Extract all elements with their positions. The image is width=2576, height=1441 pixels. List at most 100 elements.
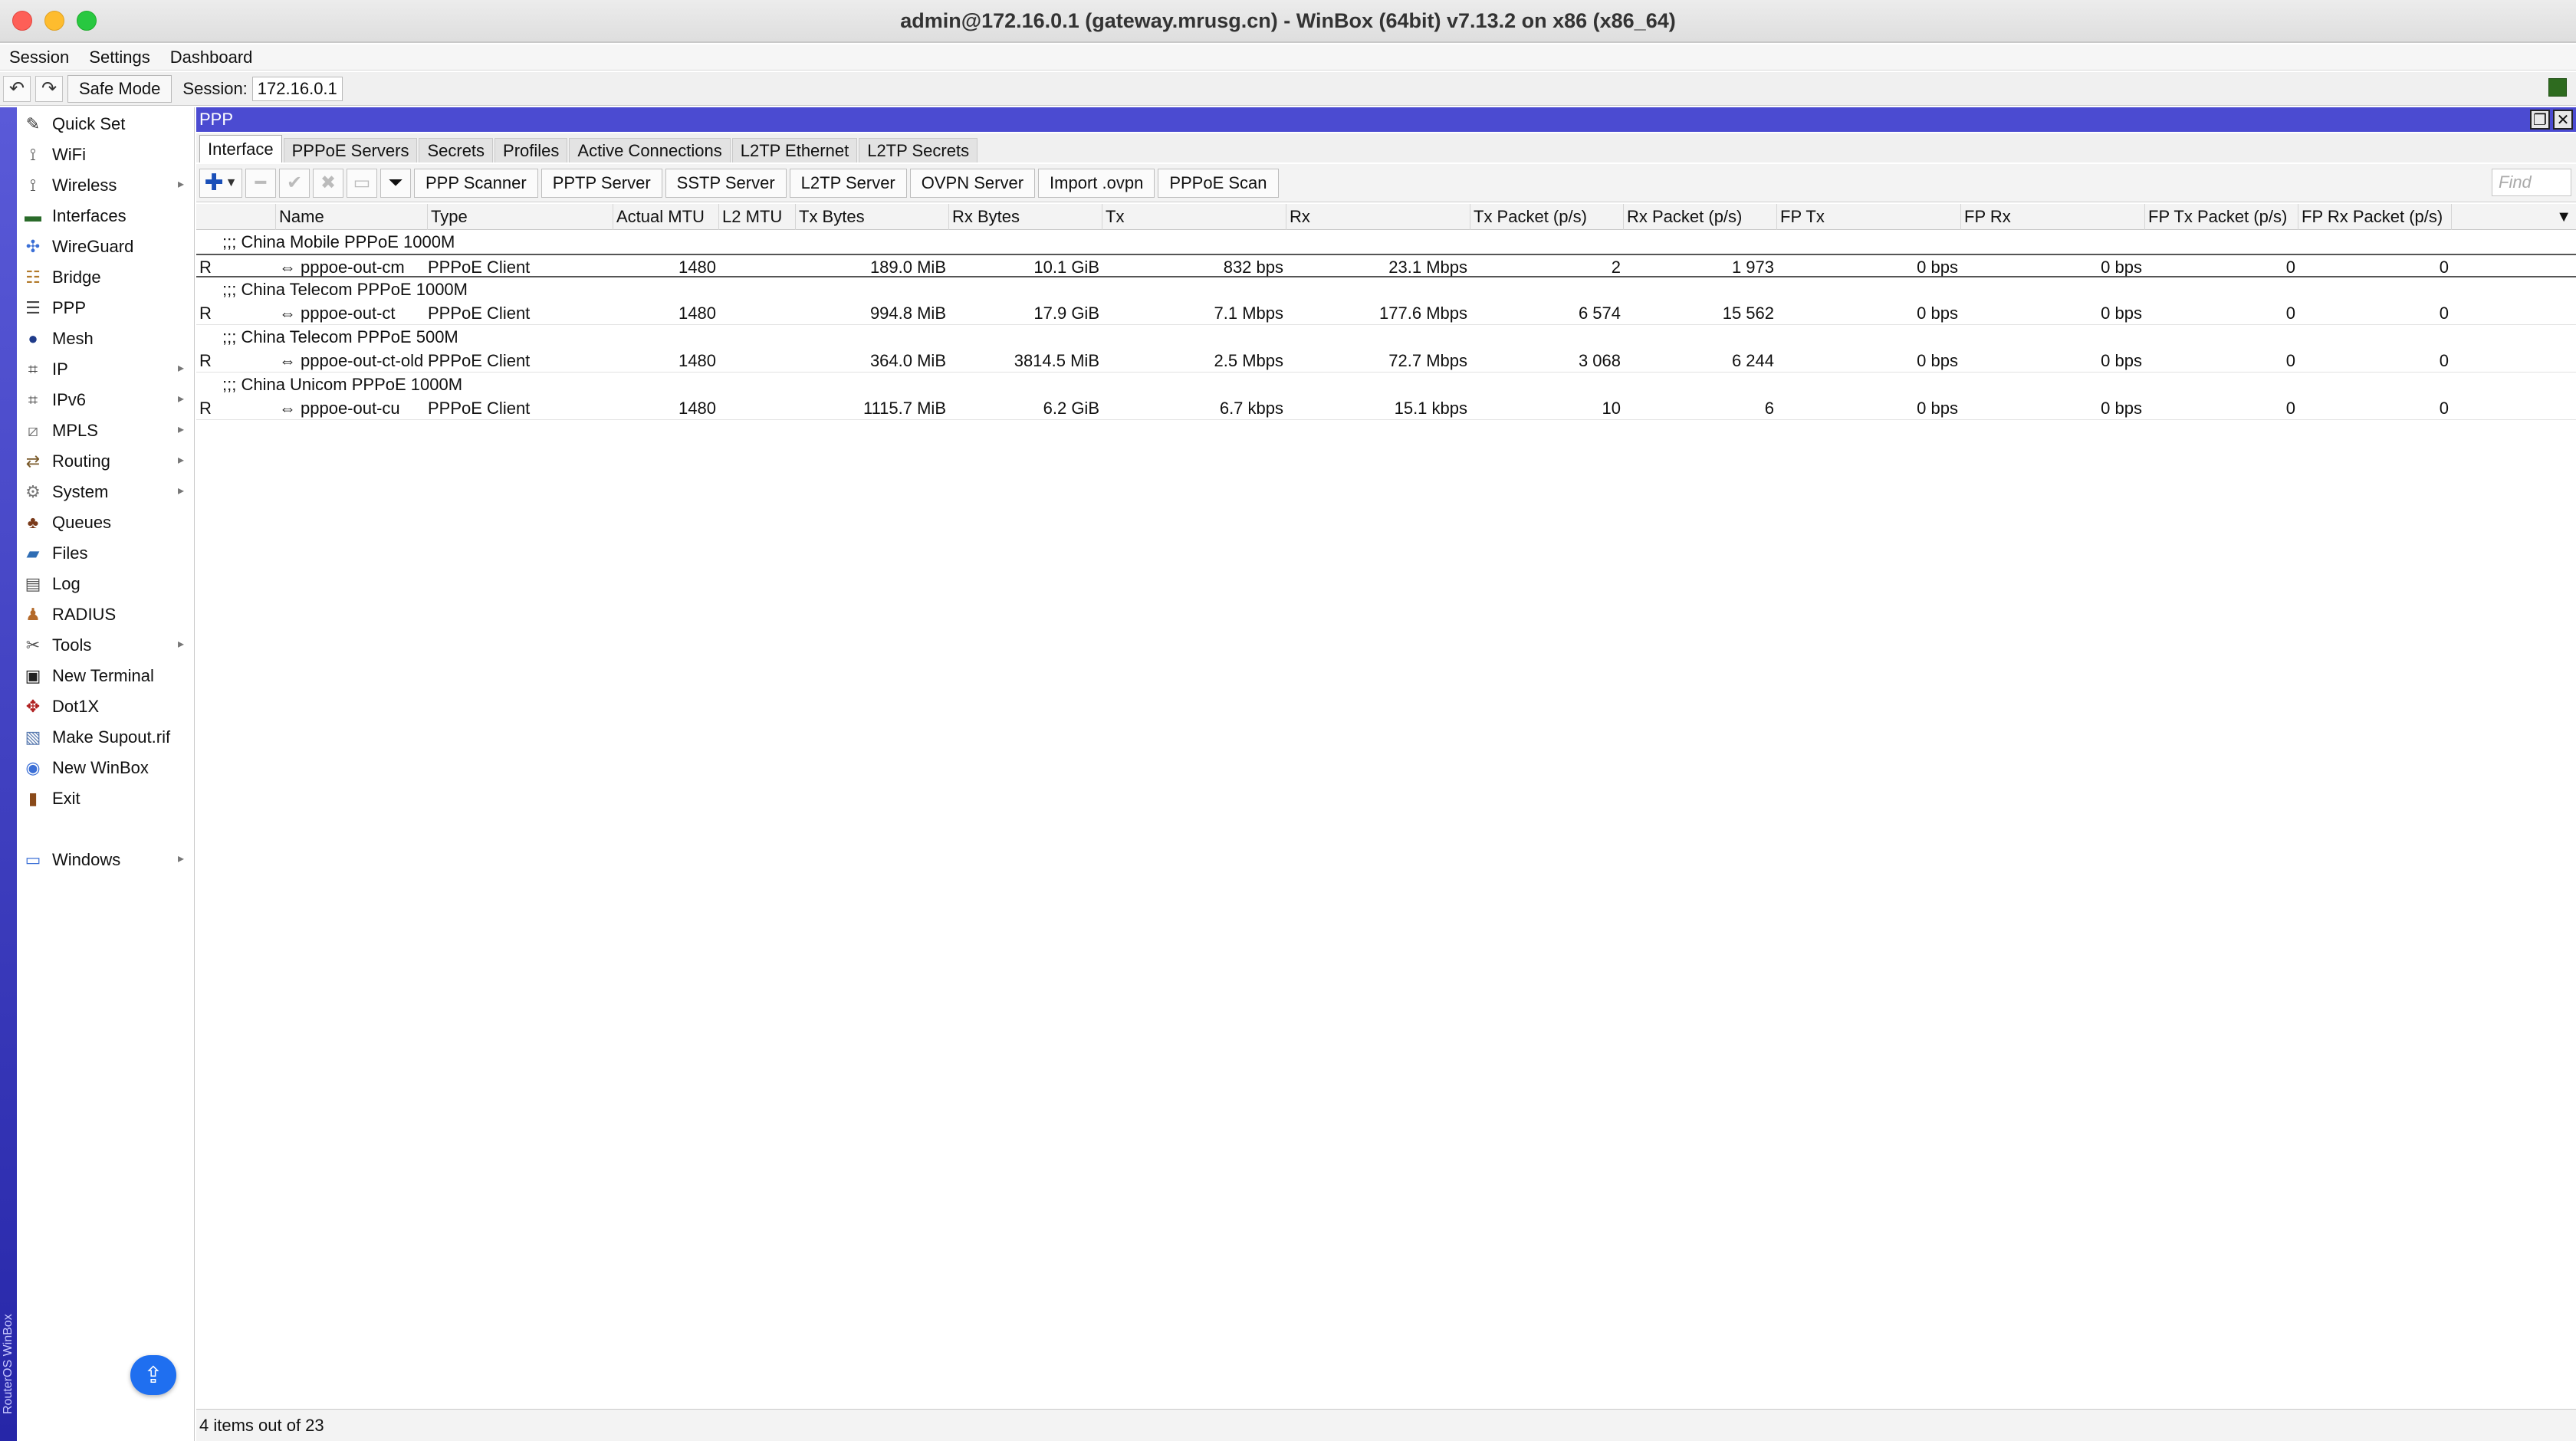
cell-type: PPPoE Client (428, 398, 531, 418)
row-flag: R (199, 303, 212, 323)
sidebar-item-wireless[interactable]: ⟟ Wireless ▸ (17, 170, 195, 201)
sidebar-item-bridge[interactable]: ☷ Bridge (17, 262, 195, 293)
sidebar-item-label: RADIUS (52, 605, 117, 624)
tab-l2tp-ethernet[interactable]: L2TP Ethernet (731, 138, 858, 162)
sidebar-item-system[interactable]: ⚙ System ▸ (17, 477, 195, 507)
column-header-rx-bytes[interactable]: Rx Bytes (949, 204, 1102, 230)
table-row[interactable]: R ⇔ pppoe-out-ct-old PPPoE Client 1480 364.0 … (196, 349, 2576, 373)
sidebar-item-mesh[interactable]: ● Mesh (17, 323, 195, 354)
add-icon[interactable]: ✚ ▼ (199, 168, 242, 198)
windows-icon: ▭ (25, 850, 41, 869)
pptp-server-button[interactable]: PPTP Server (540, 168, 662, 198)
column-header-tx-bytes[interactable]: Tx Bytes (796, 204, 949, 230)
column-header-rx[interactable]: Rx (1286, 204, 1470, 230)
column-header-actual-mtu[interactable]: Actual MTU (613, 204, 719, 230)
sidebar-item-new-terminal[interactable]: ▣ New Terminal (17, 661, 195, 691)
sidebar-item-label: Quick Set (52, 114, 126, 133)
column-header-type[interactable]: Type (428, 204, 613, 230)
column-header-fp-tx[interactable]: FP Tx (1777, 204, 1961, 230)
sidebar-item-log[interactable]: ▤ Log (17, 569, 195, 599)
close-window-button[interactable] (12, 11, 32, 31)
ppp-window-title-text: PPP (199, 110, 234, 129)
sidebar-item-tools[interactable]: ✂ Tools ▸ (17, 630, 195, 661)
enable-icon[interactable]: ✔ (279, 168, 310, 198)
import-ovpn-button[interactable]: Import .ovpn (1038, 168, 1155, 198)
session-field[interactable]: 172.16.0.1 (251, 76, 343, 101)
table-row[interactable]: R ⇔ pppoe-out-cm PPPoE Client 1480 189.0 MiB 1… (196, 254, 2576, 277)
tab-interface[interactable]: Interface (199, 135, 282, 162)
sidebar-item-interfaces[interactable]: ▬ Interfaces (17, 201, 195, 231)
sidebar-item-wireguard[interactable]: ✣ WireGuard (17, 231, 195, 262)
ppp-window-title[interactable]: PPP ❐ ✕ (196, 107, 2576, 132)
column-header-flag[interactable] (196, 204, 276, 230)
pppoe-interface-icon: ⇔ (279, 257, 296, 277)
column-header-name[interactable]: Name (276, 204, 428, 230)
sidebar-item-ip[interactable]: ⌗ IP ▸ (17, 354, 195, 385)
sidebar-item-label: Routing (52, 451, 110, 471)
tab-secrets[interactable]: Secrets (419, 138, 494, 162)
close-icon[interactable]: ✕ (2553, 110, 2573, 130)
l2tp-server-button[interactable]: L2TP Server (789, 168, 907, 198)
column-header-fp-tx-packet-p-s[interactable]: FP Tx Packet (p/s) (2145, 204, 2298, 230)
sidebar-item-new-winbox[interactable]: ◉ New WinBox (17, 753, 195, 783)
cell-fp-tx-pps: 0 (2285, 257, 2295, 277)
table-row[interactable]: R ⇔ pppoe-out-cu PPPoE Client 1480 1115.7 MiB… (196, 396, 2576, 420)
restore-icon[interactable]: ❐ (2530, 110, 2550, 130)
sidebar-item-exit[interactable]: ▮ Exit (17, 783, 195, 814)
comment-row[interactable]: ;;; China Telecom PPPoE 1000M (196, 277, 2576, 301)
column-header-l2-mtu[interactable]: L2 MTU (719, 204, 796, 230)
cell-tx-pps: 6 574 (1578, 303, 1621, 323)
magic-wand-icon: ✎ (25, 114, 41, 133)
tools-icon: ✂ (25, 635, 41, 655)
safe-mode-button[interactable]: Safe Mode (67, 74, 172, 103)
ovpn-server-button[interactable]: OVPN Server (909, 168, 1036, 198)
filter-icon[interactable]: ⏷ (380, 168, 411, 198)
tab-active-connections[interactable]: Active Connections (569, 138, 731, 162)
sidebar-item-dot1x[interactable]: ✥ Dot1X (17, 691, 195, 722)
sidebar-item-files[interactable]: ▰ Files (17, 538, 195, 569)
tab-pppoe-servers[interactable]: PPPoE Servers (283, 138, 418, 162)
sidebar-item-routing[interactable]: ⇄ Routing ▸ (17, 446, 195, 477)
comment-row[interactable]: ;;; China Telecom PPPoE 500M (196, 325, 2576, 349)
menu-dashboard[interactable]: Dashboard (170, 48, 253, 67)
sidebar-item-windows[interactable]: ▭ Windows ▸ (17, 845, 195, 875)
tab-l2tp-secrets[interactable]: L2TP Secrets (859, 138, 978, 162)
table-row[interactable]: R ⇔ pppoe-out-ct PPPoE Client 1480 994.8 MiB 1… (196, 301, 2576, 325)
sidebar-item-mpls[interactable]: ⧄ MPLS ▸ (17, 415, 195, 446)
column-menu-icon[interactable]: ▼ (2556, 208, 2571, 226)
pppoe-scan-button[interactable]: PPPoE Scan (1158, 168, 1279, 198)
column-header-tx-packet-p-s[interactable]: Tx Packet (p/s) (1470, 204, 1624, 230)
column-header-rx-packet-p-s[interactable]: Rx Packet (p/s) (1624, 204, 1777, 230)
cell-name: pppoe-out-ct (301, 303, 396, 323)
find-input[interactable]: Find (2492, 169, 2571, 196)
disable-icon[interactable]: ✖ (313, 168, 343, 198)
redo-icon[interactable]: ↷ (35, 75, 63, 102)
main-toolbar: ↶ ↷ Safe Mode Session: 172.16.0.1 (0, 72, 2576, 106)
tab-profiles[interactable]: Profiles (495, 138, 568, 162)
comment-row[interactable]: ;;; China Unicom PPPoE 1000M (196, 373, 2576, 396)
ppp-scanner-button[interactable]: PPP Scanner (414, 168, 538, 198)
column-header-tx[interactable]: Tx (1102, 204, 1286, 230)
sidebar-item-queues[interactable]: ♣ Queues (17, 507, 195, 538)
column-header-fp-rx[interactable]: FP Rx (1961, 204, 2145, 230)
undo-icon[interactable]: ↶ (3, 75, 31, 102)
comment-row[interactable]: ;;; China Mobile PPPoE 1000M (196, 230, 2576, 254)
remove-icon[interactable]: ━ (245, 168, 276, 198)
comment-icon[interactable]: ▭ (347, 168, 377, 198)
sidebar-item-quick-set[interactable]: ✎ Quick Set (17, 109, 195, 140)
sidebar-item-radius[interactable]: ♟ RADIUS (17, 599, 195, 630)
sidebar-item-make-supout-rif[interactable]: ▧ Make Supout.rif (17, 722, 195, 753)
sidebar-item-label: Dot1X (52, 697, 100, 716)
sidebar-item-ipv6[interactable]: ⌗ IPv6 ▸ (17, 385, 195, 415)
zoom-window-button[interactable] (77, 11, 97, 31)
column-header-fp-rx-packet-p-s[interactable]: FP Rx Packet (p/s) (2298, 204, 2452, 230)
sidebar-item-ppp[interactable]: ☰ PPP (17, 293, 195, 323)
winbox-helper-button[interactable]: ⇪ (130, 1355, 176, 1395)
cell-name: pppoe-out-ct-old (301, 350, 424, 370)
sidebar-item-wifi[interactable]: ⟟ WiFi (17, 140, 195, 170)
minimize-window-button[interactable] (44, 11, 64, 31)
row-comment: ;;; China Unicom PPPoE 1000M (222, 374, 463, 394)
menu-session[interactable]: Session (9, 48, 69, 67)
sstp-server-button[interactable]: SSTP Server (665, 168, 787, 198)
menu-settings[interactable]: Settings (89, 48, 150, 67)
